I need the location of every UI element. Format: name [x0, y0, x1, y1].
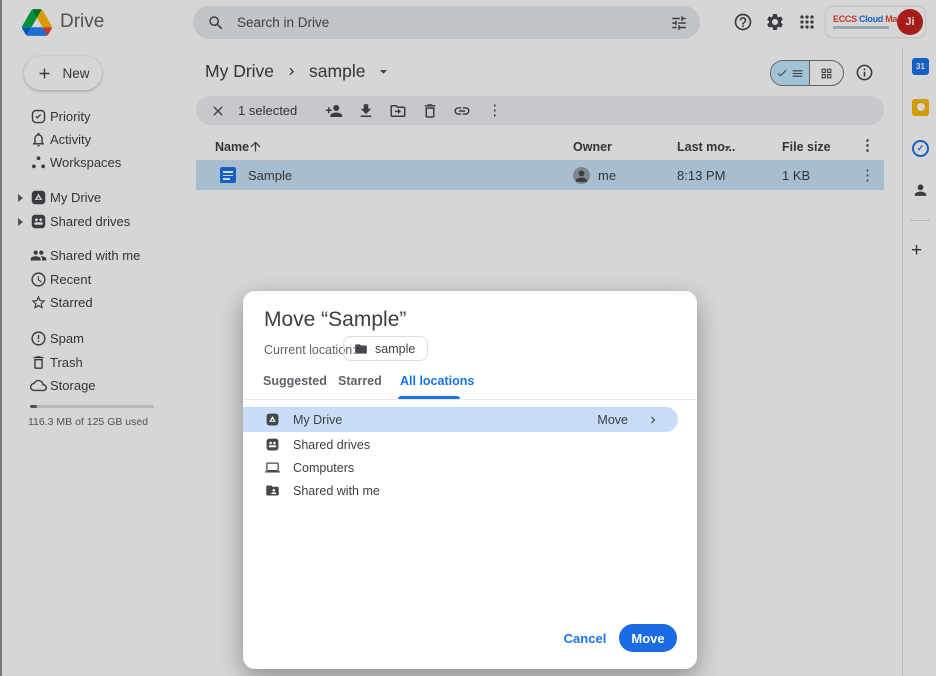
tab-starred[interactable]: Starred	[338, 374, 382, 388]
dialog-title: Move “Sample”	[264, 308, 406, 332]
my-drive-icon	[265, 412, 280, 427]
tab-suggested[interactable]: Suggested	[263, 374, 327, 388]
tabs-divider	[243, 399, 697, 400]
chevron-right-icon[interactable]	[646, 413, 660, 427]
shared-drives-icon	[265, 437, 280, 452]
location-row-my-drive[interactable]: My Drive Move	[243, 407, 678, 432]
tab-all-locations[interactable]: All locations	[400, 374, 474, 388]
current-location-name: sample	[375, 342, 415, 356]
shared-folder-icon	[265, 483, 280, 498]
location-row-shared-drives[interactable]: Shared drives	[243, 432, 697, 457]
location-row-shared-with-me[interactable]: Shared with me	[243, 478, 697, 503]
drive-app: Drive Search in Drive ECCS Cloud	[0, 0, 936, 676]
cancel-button[interactable]: Cancel	[563, 625, 607, 651]
current-location-chip[interactable]: sample	[343, 336, 428, 361]
current-location-label: Current location:	[264, 343, 356, 357]
folder-icon	[354, 342, 368, 356]
move-dialog: Move “Sample” Current location: sample S…	[243, 291, 697, 669]
computer-icon	[265, 460, 280, 475]
row-move-label[interactable]: Move	[597, 413, 628, 427]
move-button[interactable]: Move	[619, 624, 677, 652]
location-row-computers[interactable]: Computers	[243, 455, 697, 480]
